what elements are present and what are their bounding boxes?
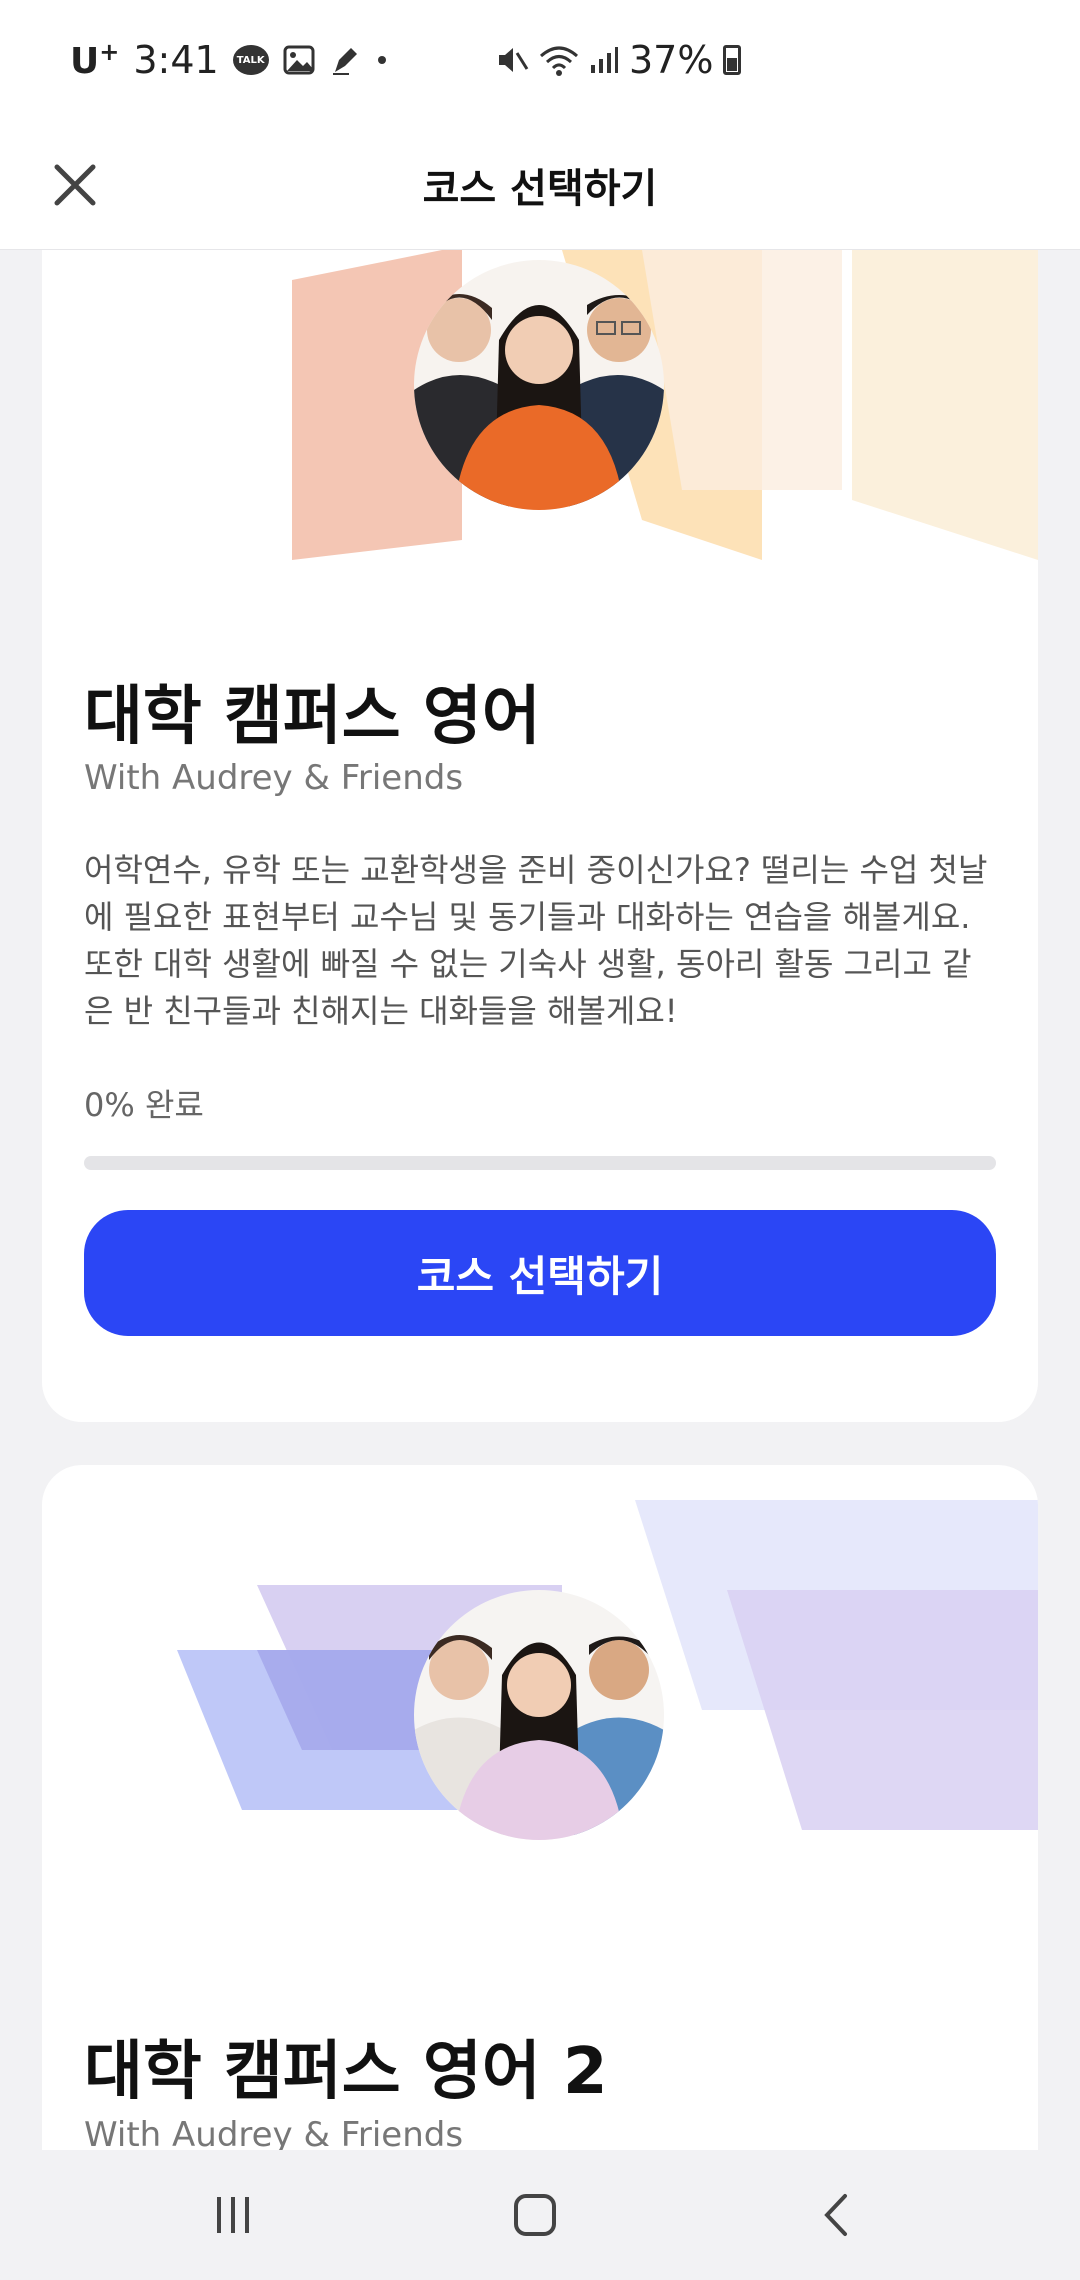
course-card: 대학 캠퍼스 영어 With Audrey & Friends 어학연수, 유학… xyxy=(42,250,1038,1422)
course-list[interactable]: 대학 캠퍼스 영어 With Audrey & Friends 어학연수, 유학… xyxy=(0,250,1080,2150)
course-hero-illustration xyxy=(42,1500,1038,1860)
kakaotalk-icon: TALK xyxy=(232,45,269,75)
course-subtitle: With Audrey & Friends xyxy=(84,2115,464,2150)
recent-apps-icon xyxy=(217,2197,249,2233)
course-description: 어학연수, 유학 또는 교환학생을 준비 중이신가요? 떨리는 수업 첫날에 필… xyxy=(84,851,988,1030)
carrier-label: U+ xyxy=(70,38,119,82)
back-icon xyxy=(824,2194,847,2236)
status-right: 37% xyxy=(495,0,742,120)
page-title: 코스 선택하기 xyxy=(422,165,658,212)
app-header: 코스 선택하기 xyxy=(0,120,1080,250)
select-course-button[interactable]: 코스 선택하기 xyxy=(84,1210,996,1336)
carrier-plus: + xyxy=(99,38,120,66)
battery-icon xyxy=(723,45,742,75)
gallery-icon xyxy=(283,45,315,75)
battery-percent: 37% xyxy=(629,38,714,82)
system-nav-bar xyxy=(0,2150,1080,2280)
mute-icon xyxy=(495,43,529,77)
pen-icon xyxy=(329,44,361,76)
instructors-photo xyxy=(414,1590,664,1840)
carrier-text: U xyxy=(70,41,100,82)
signal-icon xyxy=(589,45,619,75)
instructors-photo xyxy=(414,260,664,510)
course-subtitle: With Audrey & Friends xyxy=(84,758,464,798)
close-button[interactable] xyxy=(40,150,110,220)
recent-apps-button[interactable] xyxy=(188,2180,278,2250)
course-hero-illustration xyxy=(42,250,1038,570)
wifi-icon xyxy=(539,44,579,76)
progress-label: 0% 완료 xyxy=(84,1086,204,1124)
course-title: 대학 캠퍼스 영어 2 xyxy=(84,2035,608,2109)
dot-icon xyxy=(375,53,389,67)
status-bar: U+ 3:41 TALK 37% xyxy=(0,0,1080,120)
back-button[interactable] xyxy=(792,2180,882,2250)
home-icon xyxy=(514,2194,556,2236)
course-title: 대학 캠퍼스 영어 xyxy=(84,680,541,754)
course-card: 대학 캠퍼스 영어 2 With Audrey & Friends xyxy=(42,1465,1038,2150)
home-button[interactable] xyxy=(490,2180,580,2250)
status-left: U+ 3:41 TALK xyxy=(70,38,389,82)
progress-bar xyxy=(84,1156,996,1170)
close-icon xyxy=(54,164,96,206)
clock: 3:41 xyxy=(133,38,219,82)
